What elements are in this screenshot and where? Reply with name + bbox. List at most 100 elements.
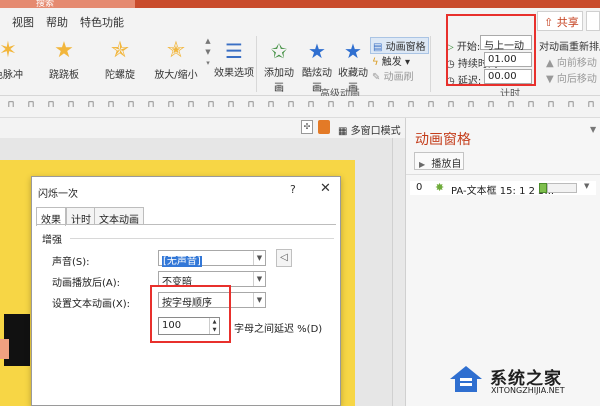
format-icon[interactable]: ⊓ xyxy=(166,100,176,112)
format-icon[interactable]: ⊓ xyxy=(126,100,136,112)
move-earlier-button[interactable]: ▲ 向前移动 xyxy=(546,54,597,69)
animation-pane-label: 动画窗格 xyxy=(385,42,426,53)
chevron-down-icon: ▼ xyxy=(253,293,265,307)
format-icon[interactable]: ⊓ xyxy=(26,100,36,112)
text-animation-label: 设置文本动画(X): xyxy=(52,299,131,310)
format-icon[interactable]: ⊓ xyxy=(186,100,196,112)
animation-brush-button[interactable]: ✎ 动画刷 xyxy=(372,68,414,83)
speaker-icon[interactable]: ◁ xyxy=(276,249,292,267)
format-icon[interactable]: ⊓ xyxy=(586,100,596,112)
chevron-down-icon: ▼ xyxy=(205,48,211,56)
format-icon[interactable]: ⊓ xyxy=(386,100,396,112)
format-icon[interactable]: ⊓ xyxy=(286,100,296,112)
format-icon[interactable]: ⊓ xyxy=(86,100,96,112)
animation-grow-shrink[interactable]: ✭ 放大/缩小 xyxy=(150,34,202,81)
dialog-title: 闪烁一次 xyxy=(38,189,78,200)
timeline-track xyxy=(547,183,577,193)
animation-pulse[interactable]: ✶ 色脉冲 xyxy=(0,34,34,81)
move-later-label: 向后移动 xyxy=(556,74,597,85)
search-input[interactable]: 搜索 xyxy=(0,0,135,9)
trigger-label: 触发 xyxy=(381,57,402,68)
move-earlier-label: 向前移动 xyxy=(556,58,597,69)
format-icon[interactable]: ⊓ xyxy=(106,100,116,112)
title-bar: 搜索 xyxy=(0,0,600,9)
comment-button[interactable] xyxy=(586,11,600,31)
format-icon[interactable]: ⊓ xyxy=(226,100,236,112)
animation-seesaw[interactable]: ★ 跷跷板 xyxy=(38,34,90,81)
format-toolbar: ⊓ ⊓ ⊓ ⊓ ⊓ ⊓ ⊓ ⊓ ⊓ ⊓ ⊓ ⊓ ⊓ ⊓ ⊓ ⊓ ⊓ ⊓ ⊓ ⊓ … xyxy=(0,96,600,118)
animation-pane-button[interactable]: ▤ 动画窗格 xyxy=(370,37,429,54)
reorder-label: 对动画重新排序 xyxy=(539,42,600,53)
format-icon[interactable]: ⊓ xyxy=(486,100,496,112)
watermark: 系统之家 XITONGZHIJIA.NET xyxy=(448,358,600,406)
gallery-scroll[interactable]: ▲ ▼ ▾ xyxy=(203,36,213,80)
format-icon[interactable]: ⊓ xyxy=(326,100,336,112)
format-icon[interactable]: ⊓ xyxy=(426,100,436,112)
chevron-down-icon: ▼ xyxy=(253,251,265,265)
tab-timing[interactable]: 计时 xyxy=(66,207,96,226)
format-icon[interactable]: ⊓ xyxy=(146,100,156,112)
format-icon[interactable]: ⊓ xyxy=(566,100,576,112)
list-icon: ☰ xyxy=(225,39,243,63)
pane-icon: ▤ xyxy=(373,42,383,53)
text-animation-highlight-box xyxy=(150,285,231,343)
format-icon[interactable]: ⊓ xyxy=(546,100,556,112)
animation-label: 陀螺旋 xyxy=(105,70,135,81)
sound-value: [无声音] xyxy=(162,256,202,267)
chevron-down-icon: ▾ xyxy=(404,57,411,68)
timing-highlight-box xyxy=(446,14,536,86)
move-later-button[interactable]: ▼ 向后移动 xyxy=(546,70,597,85)
play-from-button[interactable]: ▶ 播放自 xyxy=(414,152,464,170)
format-icon[interactable]: ⊓ xyxy=(306,100,316,112)
chevron-down-icon[interactable]: ▼ xyxy=(584,182,589,190)
format-icon[interactable]: ⊓ xyxy=(366,100,376,112)
format-icon[interactable]: ⊓ xyxy=(466,100,476,112)
window-icon[interactable]: ✣ xyxy=(301,120,313,134)
star-icon: ✭ xyxy=(166,38,186,63)
format-icon[interactable]: ⊓ xyxy=(266,100,276,112)
close-icon[interactable]: ✕ xyxy=(320,181,331,196)
animation-list-item[interactable]: 0 ✸ PA-文本框 15: 1 2 3... ▼ xyxy=(410,181,596,195)
add-animation-button[interactable]: ✩ 添加动画 xyxy=(260,34,298,94)
share-button[interactable]: ⇧ 共享 xyxy=(537,11,583,31)
sound-select[interactable]: [无声音] ▼ xyxy=(158,250,266,267)
trigger-button[interactable]: ϟ 触发 ▾ xyxy=(372,53,410,68)
add-star-icon: ✩ xyxy=(270,39,288,63)
star-icon: ✶ xyxy=(0,38,18,63)
chevron-down-icon: ▼ xyxy=(253,272,265,286)
arrow-down-icon: ▼ xyxy=(546,74,554,85)
add-animation-label: 添加动画 xyxy=(264,68,294,94)
menu-item-view[interactable]: 视图 xyxy=(12,14,34,30)
effect-dialog: 闪烁一次 ? ✕ 效果 计时 文本动画 增强 声音(S): [无声音] ▼ ◁ … xyxy=(31,176,341,406)
chevron-up-icon: ▲ xyxy=(205,37,211,45)
format-icon[interactable]: ⊓ xyxy=(346,100,356,112)
menu-item-help[interactable]: 帮助 xyxy=(46,14,68,30)
help-button[interactable]: ? xyxy=(290,183,296,196)
divider xyxy=(256,36,257,92)
format-icon[interactable]: ⊓ xyxy=(526,100,536,112)
format-icon[interactable]: ⊓ xyxy=(446,100,456,112)
chevron-down-icon[interactable]: ▼ xyxy=(590,125,596,134)
play-icon: ▶ xyxy=(419,160,426,169)
more-icon: ▾ xyxy=(206,59,210,67)
settings-icon[interactable] xyxy=(318,120,330,134)
multiwindow-button[interactable]: ▦ 多窗口模式 xyxy=(338,122,401,137)
share-label: 共享 xyxy=(556,16,579,29)
menu-item-featured[interactable]: 特色功能 xyxy=(80,14,124,30)
effect-options-button[interactable]: ☰ 效果选项 xyxy=(214,34,254,79)
format-icon[interactable]: ⊓ xyxy=(246,100,256,112)
format-icon[interactable]: ⊓ xyxy=(46,100,56,112)
multiwindow-label: 多窗口模式 xyxy=(350,126,401,137)
format-icon[interactable]: ⊓ xyxy=(66,100,76,112)
vertical-scrollbar[interactable] xyxy=(392,138,405,406)
divider xyxy=(430,36,431,92)
animation-spin[interactable]: ✯ 陀螺旋 xyxy=(94,34,146,81)
letter-delay-label: 字母之间延迟 %(D) xyxy=(234,324,323,335)
tab-text-animation[interactable]: 文本动画 xyxy=(94,207,144,226)
format-icon[interactable]: ⊓ xyxy=(506,100,516,112)
format-icon[interactable]: ⊓ xyxy=(206,100,216,112)
format-icon[interactable]: ⊓ xyxy=(6,100,16,112)
format-icon[interactable]: ⊓ xyxy=(406,100,416,112)
star-icon: ★ xyxy=(308,39,326,63)
watermark-url: XITONGZHIJIA.NET xyxy=(491,386,565,395)
